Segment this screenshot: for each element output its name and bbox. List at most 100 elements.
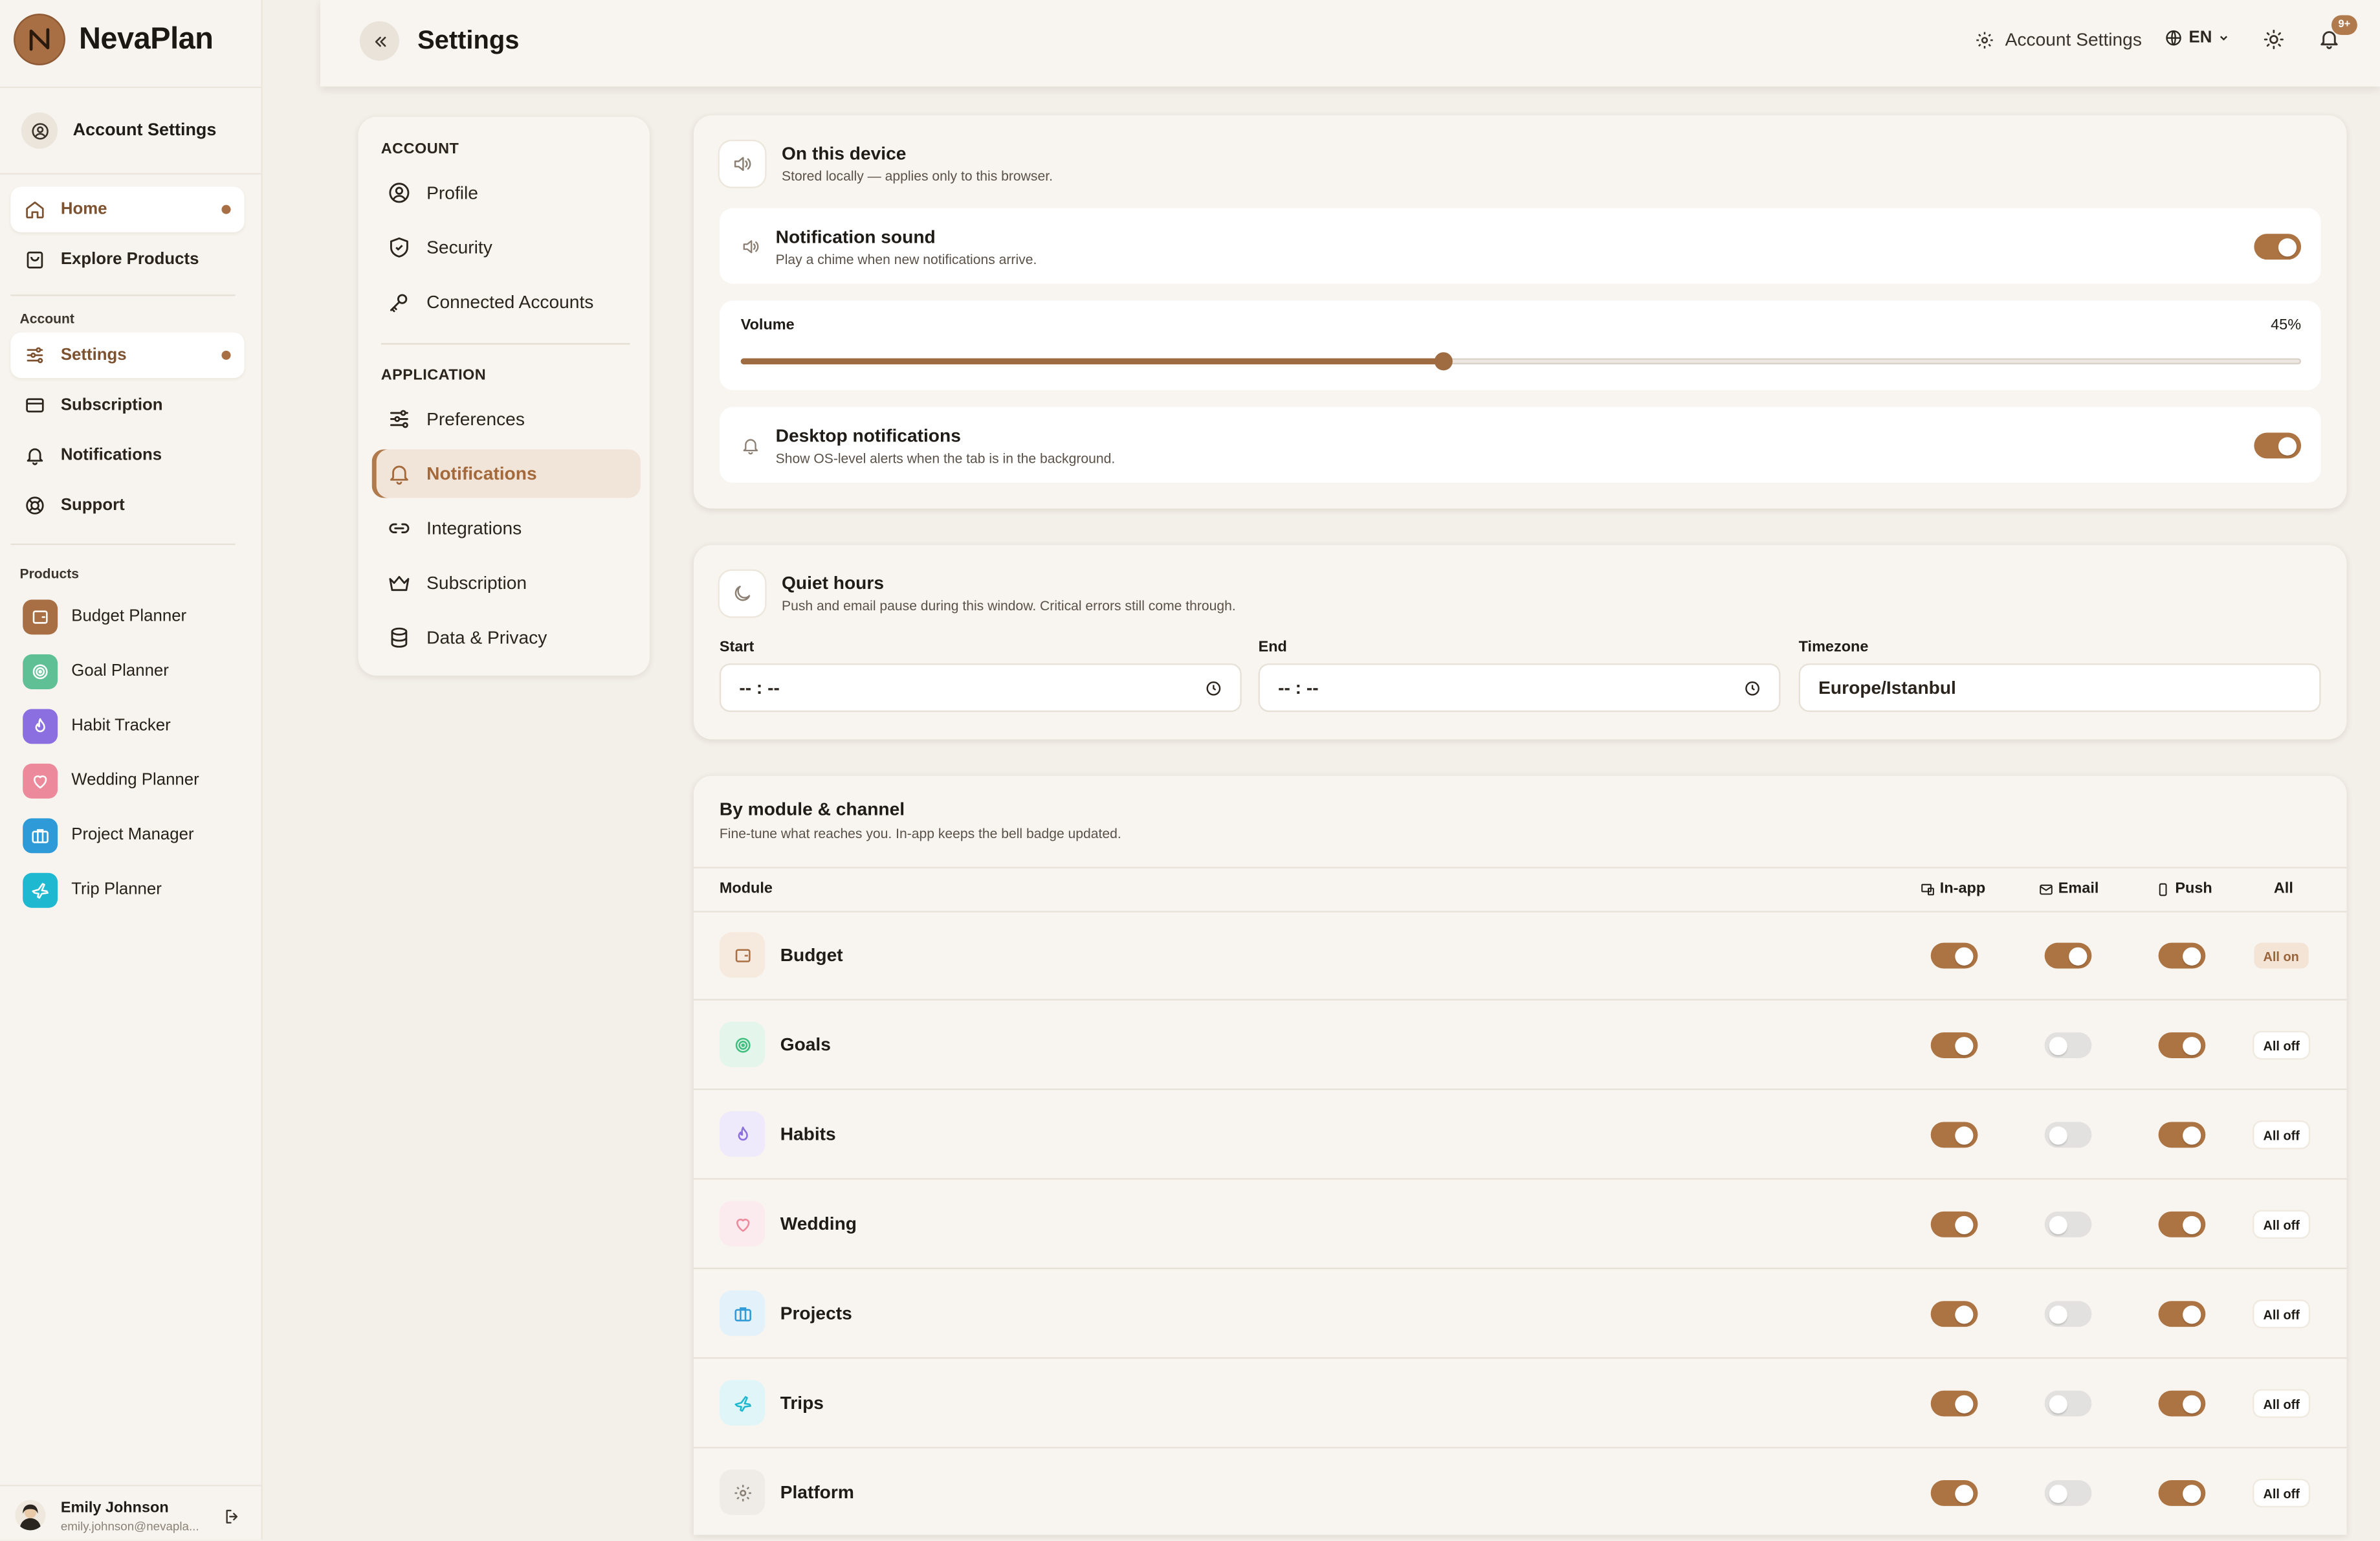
sidebar-item-support[interactable]: Support bbox=[10, 483, 244, 528]
push-toggle-projects[interactable] bbox=[2158, 1301, 2206, 1327]
sliders-icon bbox=[25, 344, 46, 366]
sidebar-item-explore-products[interactable]: Explore Products bbox=[10, 237, 244, 282]
all-toggle-button-platform[interactable]: All off bbox=[2254, 1480, 2309, 1506]
inapp-toggle-habits[interactable] bbox=[1930, 1122, 1978, 1148]
settings-nav-integrations[interactable]: Integrations bbox=[372, 504, 641, 553]
settings-nav-profile[interactable]: Profile bbox=[372, 168, 641, 217]
language-selector[interactable]: EN bbox=[2165, 29, 2231, 47]
all-toggle-button-trips[interactable]: All off bbox=[2254, 1390, 2309, 1417]
start-time-input[interactable]: -- : -- bbox=[719, 663, 1242, 713]
globe-icon bbox=[2166, 30, 2181, 46]
module-section-subtitle: Fine-tune what reaches you. In-app keeps… bbox=[719, 826, 1121, 841]
column-all-label: All bbox=[2273, 880, 2293, 898]
volume-value: 45% bbox=[2271, 317, 2302, 335]
timezone-input[interactable]: Europe/Istanbul bbox=[1798, 663, 2321, 713]
sidebar-account-settings[interactable]: Account Settings bbox=[21, 112, 216, 149]
settings-nav-preferences[interactable]: Preferences bbox=[372, 395, 641, 443]
all-toggle-button-wedding[interactable]: All off bbox=[2254, 1211, 2309, 1237]
avatar[interactable] bbox=[15, 1500, 46, 1531]
email-toggle-projects[interactable] bbox=[2044, 1301, 2092, 1327]
page-title: Settings bbox=[417, 25, 520, 55]
settings-nav-data-privacy[interactable]: Data & Privacy bbox=[372, 614, 641, 662]
product-label: Habit Tracker bbox=[71, 716, 171, 735]
push-toggle-trips[interactable] bbox=[2158, 1390, 2206, 1417]
monitor-icon bbox=[1921, 883, 1934, 895]
sidebar-item-notifications[interactable]: Notifications bbox=[10, 433, 244, 478]
email-toggle-habits[interactable] bbox=[2044, 1122, 2092, 1148]
volume-slider[interactable] bbox=[740, 352, 2302, 371]
email-toggle-trips[interactable] bbox=[2044, 1390, 2092, 1417]
user-email: emily.johnson@nevapla... bbox=[60, 1520, 199, 1534]
all-toggle-button-projects[interactable]: All off bbox=[2254, 1301, 2309, 1327]
brand[interactable]: NevaPlan bbox=[14, 14, 214, 65]
module-name: Platform bbox=[780, 1481, 854, 1503]
user-circle-icon bbox=[21, 112, 58, 149]
push-toggle-platform[interactable] bbox=[2158, 1480, 2206, 1506]
inapp-toggle-trips[interactable] bbox=[1930, 1390, 1978, 1417]
product-trip-planner[interactable]: Trip Planner bbox=[23, 871, 162, 907]
inapp-toggle-projects[interactable] bbox=[1930, 1301, 1978, 1327]
sidebar-item-label: Home bbox=[60, 200, 107, 219]
product-goal-planner[interactable]: Goal Planner bbox=[23, 653, 169, 689]
push-toggle-budget[interactable] bbox=[2158, 942, 2206, 969]
sidebar-item-settings[interactable]: Settings bbox=[10, 332, 245, 379]
product-habit-tracker[interactable]: Habit Tracker bbox=[23, 707, 171, 744]
inapp-toggle-budget[interactable] bbox=[1930, 942, 1978, 969]
notification-sound-toggle[interactable] bbox=[2254, 234, 2302, 260]
settings-nav-notifications[interactable]: Notifications bbox=[371, 449, 641, 498]
chevron-down-icon bbox=[2220, 36, 2228, 41]
end-time-input[interactable]: -- : -- bbox=[1258, 663, 1781, 713]
flame-icon bbox=[719, 1111, 766, 1157]
email-toggle-budget[interactable] bbox=[2044, 942, 2092, 969]
column-inapp-label: In-app bbox=[1939, 880, 1986, 898]
product-project-manager[interactable]: Project Manager bbox=[23, 817, 194, 853]
clock-icon[interactable] bbox=[1744, 680, 1761, 697]
sidebar-item-label: Explore Products bbox=[60, 250, 199, 269]
inapp-toggle-platform[interactable] bbox=[1930, 1480, 1978, 1506]
all-toggle-button-budget[interactable]: All on bbox=[2254, 942, 2308, 969]
product-wedding-planner[interactable]: Wedding Planner bbox=[23, 762, 199, 799]
logout-icon[interactable] bbox=[223, 1507, 241, 1525]
clock-icon[interactable] bbox=[1205, 680, 1222, 697]
sidebar-item-home[interactable]: Home bbox=[10, 186, 245, 232]
settings-nav-security[interactable]: Security bbox=[372, 223, 641, 272]
account-settings-link[interactable]: Account Settings bbox=[1975, 29, 2142, 50]
table-row-projects: Projects All off bbox=[693, 1269, 2347, 1359]
table-row-goals: Goals All off bbox=[693, 1001, 2347, 1091]
email-toggle-platform[interactable] bbox=[2044, 1480, 2092, 1506]
collapse-sidebar-button[interactable] bbox=[359, 21, 399, 61]
module-channel-card: By module & channel Fine-tune what reach… bbox=[693, 775, 2347, 1535]
active-dot bbox=[221, 350, 231, 360]
email-toggle-goals[interactable] bbox=[2044, 1032, 2092, 1058]
inapp-toggle-wedding[interactable] bbox=[1930, 1211, 1978, 1237]
volume-slider-thumb[interactable] bbox=[1433, 352, 1452, 371]
settings-nav-label: Data & Privacy bbox=[426, 626, 547, 649]
settings-nav-connected-accounts[interactable]: Connected Accounts bbox=[372, 278, 641, 326]
push-toggle-goals[interactable] bbox=[2158, 1032, 2206, 1058]
settings-nav-label: Subscription bbox=[426, 572, 527, 594]
home-icon bbox=[25, 199, 46, 220]
email-toggle-wedding[interactable] bbox=[2044, 1211, 2092, 1237]
briefcase-icon bbox=[23, 817, 58, 853]
push-toggle-wedding[interactable] bbox=[2158, 1211, 2206, 1237]
user-profile: Emily Johnson emily.johnson@nevapla... bbox=[0, 1485, 261, 1541]
desktop-notifications-toggle[interactable] bbox=[2254, 432, 2302, 459]
inapp-toggle-goals[interactable] bbox=[1930, 1032, 1978, 1058]
theme-toggle[interactable] bbox=[2263, 29, 2284, 50]
product-budget-planner[interactable]: Budget Planner bbox=[23, 598, 186, 634]
settings-nav-subscription[interactable]: Subscription bbox=[372, 559, 641, 607]
quiet-hours-card: Quiet hours Push and email pause during … bbox=[693, 545, 2347, 740]
notification-sound-row: Notification sound Play a chime when new… bbox=[719, 208, 2321, 284]
device-section-title: On this device bbox=[782, 142, 907, 164]
all-toggle-button-habits[interactable]: All off bbox=[2254, 1122, 2309, 1148]
shield-icon bbox=[387, 236, 412, 260]
sidebar-item-subscription[interactable]: Subscription bbox=[10, 382, 244, 428]
divider bbox=[10, 543, 236, 546]
all-toggle-button-goals[interactable]: All off bbox=[2254, 1032, 2309, 1058]
table-row-trips: Trips All off bbox=[693, 1358, 2347, 1448]
push-toggle-habits[interactable] bbox=[2158, 1122, 2206, 1148]
product-label: Budget Planner bbox=[71, 607, 187, 626]
top-header: Settings Account Settings EN 9+ bbox=[320, 0, 2380, 87]
table-row-habits: Habits All off bbox=[693, 1090, 2347, 1180]
phone-icon bbox=[2159, 882, 2167, 896]
